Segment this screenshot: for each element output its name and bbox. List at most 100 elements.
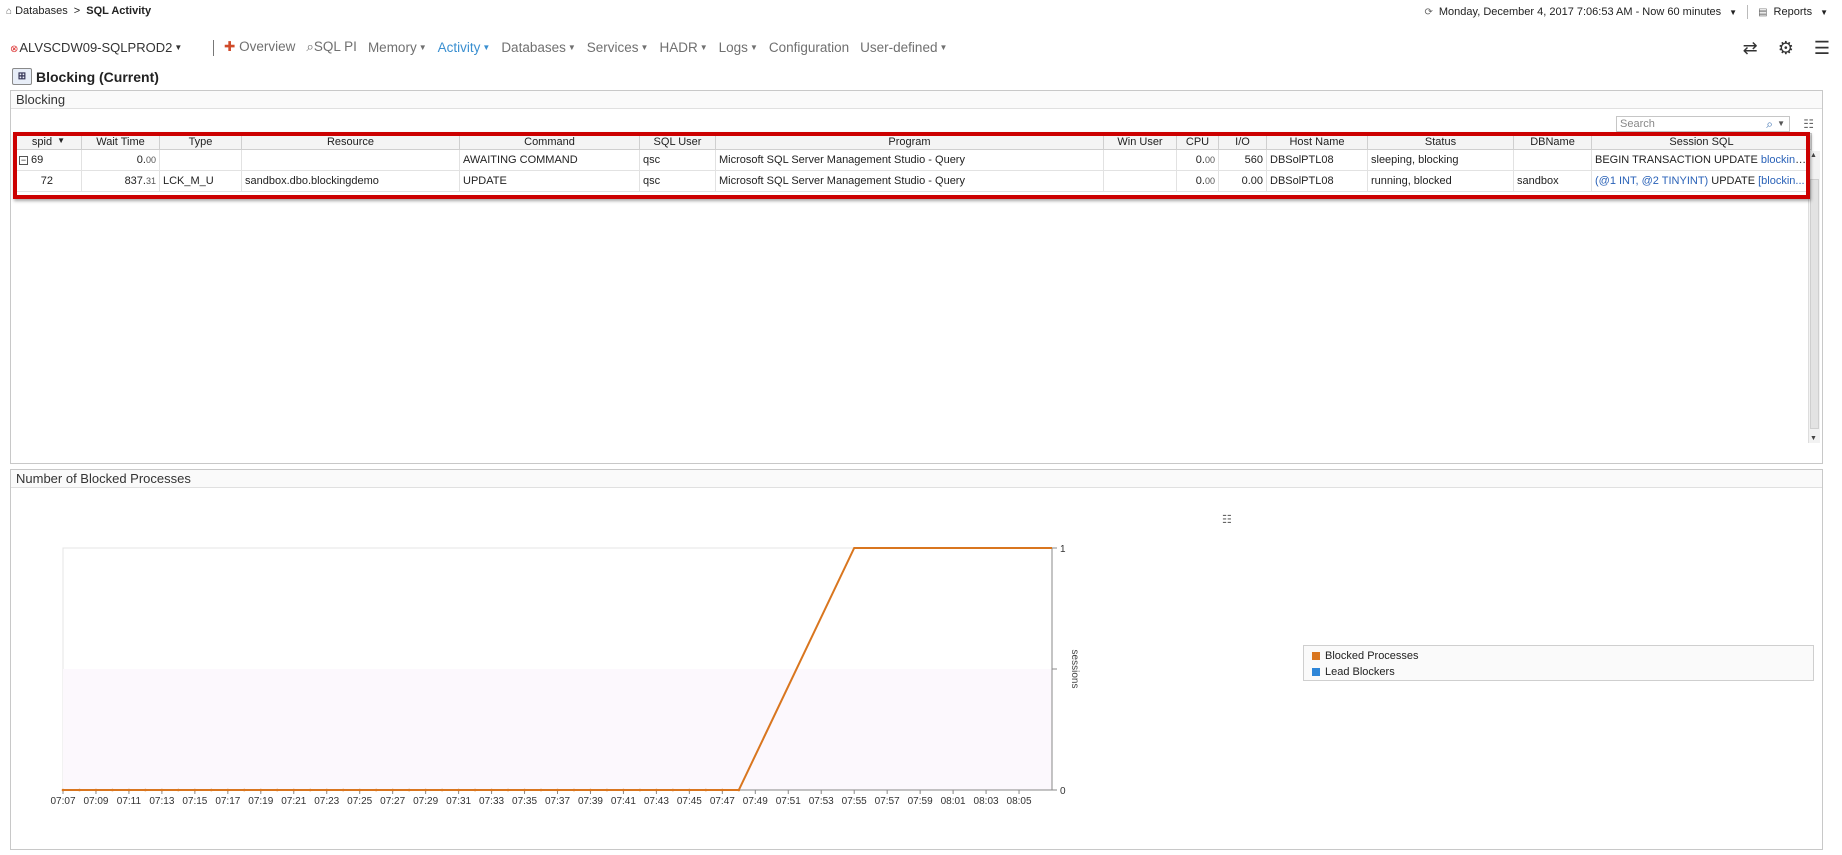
server-selector[interactable]: ⊗ALVSCDW09-SQLPROD2 ▼ bbox=[10, 40, 182, 55]
column-header-host-name[interactable]: Host Name bbox=[1266, 133, 1368, 150]
series-point bbox=[490, 788, 493, 792]
cell-spid: 72 bbox=[15, 170, 82, 192]
series-point bbox=[424, 788, 427, 792]
nav-hadr[interactable]: HADR ▼ bbox=[659, 40, 707, 55]
reports-link[interactable]: Reports bbox=[1774, 6, 1813, 18]
nav-userdefined[interactable]: User-defined ▼ bbox=[860, 40, 947, 55]
nav-configuration[interactable]: Configuration bbox=[769, 40, 849, 55]
column-header-resource[interactable]: Resource bbox=[241, 133, 460, 150]
column-header-type[interactable]: Type bbox=[159, 133, 242, 150]
nav-logs[interactable]: Logs ▼ bbox=[719, 40, 758, 55]
sql-link[interactable]: [blockin... bbox=[1758, 175, 1804, 187]
x-tick-label: 07:09 bbox=[83, 796, 108, 807]
x-tick-label: 07:13 bbox=[149, 796, 174, 807]
chevron-down-icon[interactable]: ▼ bbox=[1729, 8, 1737, 17]
column-header-program[interactable]: Program bbox=[715, 133, 1104, 150]
scroll-down-icon[interactable]: ▼ bbox=[1810, 435, 1817, 442]
column-header-spid[interactable]: spid ▼ bbox=[15, 133, 82, 150]
home-icon[interactable]: ⌂ bbox=[6, 6, 12, 17]
nav-databases-label: Databases bbox=[501, 39, 566, 55]
scroll-up-icon[interactable]: ▲ bbox=[1810, 152, 1817, 159]
gear-icon[interactable]: ⚙ bbox=[1778, 38, 1794, 59]
chart-panel: Number of Blocked Processes 07:07 07:09 07… bbox=[10, 469, 1823, 850]
series-point bbox=[457, 788, 460, 792]
breadcrumb-root[interactable]: Databases bbox=[15, 5, 68, 17]
cell-io: 0.00 bbox=[1218, 170, 1267, 192]
nav-sqlpi[interactable]: ⌕SQL PI bbox=[306, 39, 357, 55]
clock-icon: ⟳ bbox=[1424, 6, 1433, 18]
wait-dec: 31 bbox=[145, 176, 156, 186]
column-header-cpu[interactable]: CPU bbox=[1176, 133, 1219, 150]
column-header-win-user[interactable]: Win User bbox=[1103, 133, 1177, 150]
table-row[interactable]: −69 0.00 AWAITING COMMAND qsc Microsoft … bbox=[15, 149, 1812, 171]
table-row[interactable]: 72 837.31 LCK_M_U sandbox.dbo.blockingde… bbox=[15, 170, 1812, 192]
legend-item[interactable]: Blocked Processes bbox=[1312, 648, 1805, 664]
search-icon[interactable]: ⌕ bbox=[1766, 117, 1773, 131]
nav-activity-label: Activity bbox=[437, 39, 481, 55]
legend-item[interactable]: Lead Blockers bbox=[1312, 664, 1805, 680]
column-header-session-sql[interactable]: Session SQL bbox=[1591, 133, 1812, 150]
sort-desc-icon: ▼ bbox=[57, 135, 66, 145]
sql-link[interactable]: (@1 INT, @2 TINYINT) bbox=[1595, 175, 1708, 187]
x-tick-label: 07:27 bbox=[380, 796, 405, 807]
x-tick-label: 07:41 bbox=[611, 796, 636, 807]
nav-sqlpi-label: SQL PI bbox=[313, 39, 357, 54]
series-point bbox=[407, 788, 411, 792]
nav-services[interactable]: Services ▼ bbox=[587, 40, 649, 55]
search-placeholder: Search bbox=[1620, 118, 1655, 130]
time-range-label[interactable]: Monday, December 4, 2017 7:06:53 AM - No… bbox=[1439, 6, 1721, 18]
collapse-icon[interactable]: − bbox=[19, 156, 28, 165]
x-tick-label: 07:23 bbox=[314, 796, 339, 807]
hamburger-menu-icon[interactable]: ☰ bbox=[1814, 38, 1830, 59]
main-nav: ⊗ALVSCDW09-SQLPROD2 ▼ ✚ Overview ⌕SQL PI … bbox=[0, 36, 1842, 60]
series-point bbox=[473, 788, 477, 792]
column-header-io[interactable]: I/O bbox=[1218, 133, 1267, 150]
nav-overview[interactable]: ✚ Overview bbox=[224, 39, 295, 55]
search-input[interactable]: Search ⌕ ▼ bbox=[1616, 116, 1790, 132]
x-tick-label: 08:01 bbox=[941, 796, 966, 807]
column-header-sql-user[interactable]: SQL User bbox=[639, 133, 716, 150]
x-tick-label: 07:49 bbox=[743, 796, 768, 807]
sql-link[interactable]: blocking... bbox=[1761, 154, 1811, 166]
nav-logs-label: Logs bbox=[718, 39, 748, 55]
sqlpi-icon: ⌕ bbox=[306, 39, 314, 54]
nav-databases[interactable]: Databases ▼ bbox=[501, 40, 575, 55]
cell-status: running, blocked bbox=[1367, 170, 1514, 192]
refresh-icon[interactable]: ⇄ bbox=[1743, 38, 1758, 59]
x-tick-label: 07:39 bbox=[578, 796, 603, 807]
page-title-text: Blocking (Current) bbox=[36, 68, 159, 85]
overview-icon: ✚ bbox=[224, 39, 236, 54]
cell-command: UPDATE bbox=[459, 170, 640, 192]
cpu-int: 0. bbox=[1195, 154, 1205, 166]
column-header-wait-time[interactable]: Wait Time bbox=[81, 133, 160, 150]
cell-sql-user: qsc bbox=[639, 149, 716, 171]
scrollbar-thumb[interactable] bbox=[1810, 179, 1819, 429]
chevron-down-icon[interactable]: ▼ bbox=[1820, 8, 1828, 17]
series-point bbox=[655, 788, 658, 792]
cell-status: sleeping, blocking bbox=[1367, 149, 1514, 171]
chevron-down-icon: ▼ bbox=[749, 42, 758, 52]
series-point bbox=[688, 788, 691, 792]
column-chooser-icon[interactable]: ☷ bbox=[1803, 117, 1814, 131]
column-header-command[interactable]: Command bbox=[459, 133, 640, 150]
nav-activity[interactable]: Activity ▼ bbox=[438, 40, 491, 55]
series-point bbox=[556, 788, 559, 792]
x-tick-label: 07:07 bbox=[50, 796, 75, 807]
column-header-status[interactable]: Status bbox=[1367, 133, 1514, 150]
nav-memory[interactable]: Memory ▼ bbox=[368, 40, 427, 55]
x-tick-label: 07:25 bbox=[347, 796, 372, 807]
chevron-down-icon[interactable]: ▼ bbox=[1777, 117, 1785, 131]
x-tick-label: 07:43 bbox=[644, 796, 669, 807]
column-header-dbname[interactable]: DBName bbox=[1513, 133, 1592, 150]
legend-swatch bbox=[1312, 652, 1320, 660]
breadcrumb-current: SQL Activity bbox=[86, 5, 152, 17]
breadcrumb-separator: > bbox=[73, 5, 81, 17]
y-tick-label: 0 bbox=[1060, 786, 1066, 797]
series-point bbox=[440, 788, 444, 792]
chart-menu-icon[interactable]: ☷ bbox=[1222, 513, 1232, 526]
nav-overview-label: Overview bbox=[239, 39, 296, 54]
vertical-scrollbar[interactable]: ▲ ▼ bbox=[1808, 151, 1820, 443]
series-point bbox=[605, 788, 609, 792]
legend-swatch bbox=[1312, 668, 1320, 676]
cell-type bbox=[159, 149, 242, 171]
